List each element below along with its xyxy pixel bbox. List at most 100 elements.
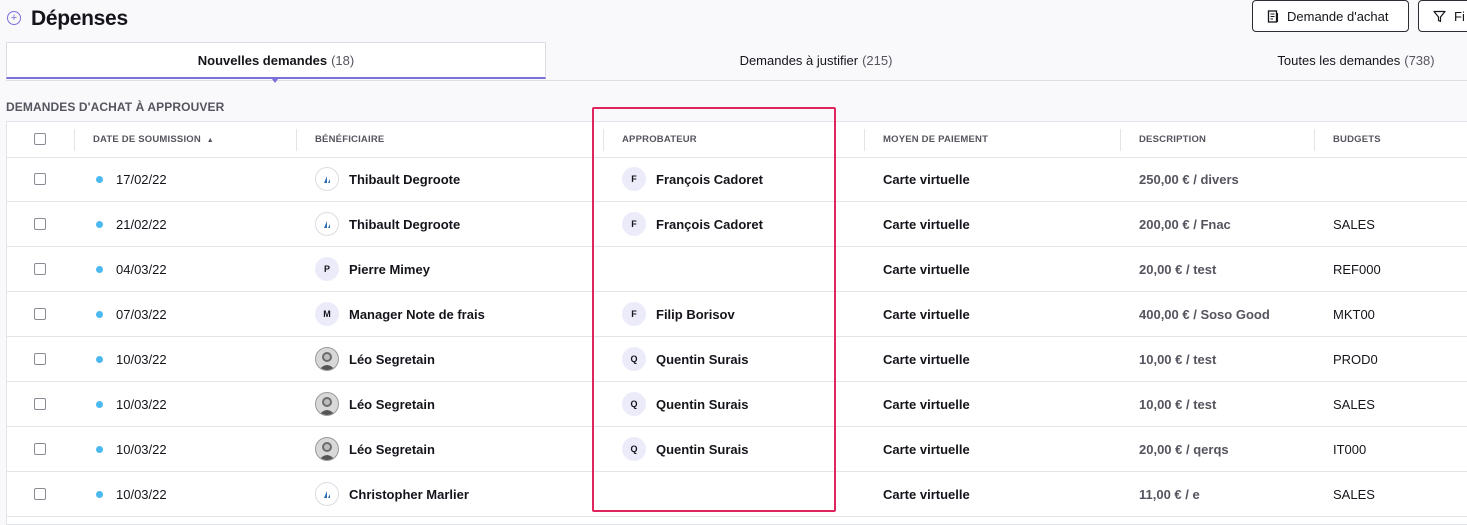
budget-cell: MKT00 [1333, 306, 1375, 322]
description-cell: 200,00 € / Fnac [1139, 216, 1231, 232]
date-cell: 10/03/22 [96, 427, 167, 471]
date-cell: 17/02/22 [96, 157, 167, 201]
budget-cell: SALES [1333, 486, 1375, 502]
status-dot [96, 220, 103, 228]
status-dot [96, 490, 103, 498]
tab-to-justify[interactable]: Demandes à justifier (215) [546, 42, 1086, 79]
user-photo-avatar [315, 347, 339, 371]
column-divider [1314, 129, 1315, 151]
submission-date: 10/03/22 [116, 351, 167, 367]
column-header-date[interactable]: DATE DE SOUMISSION ▲ [93, 122, 214, 157]
row-checkbox[interactable] [34, 263, 46, 275]
column-header-label: DATE DE SOUMISSION [93, 134, 201, 145]
row-checkbox[interactable] [34, 173, 46, 185]
date-cell: 21/02/22 [96, 202, 167, 246]
active-tab-indicator [272, 79, 278, 83]
column-header-budgets[interactable]: BUDGETS [1333, 122, 1381, 157]
receipt-icon [1267, 9, 1279, 23]
row-checkbox[interactable] [34, 443, 46, 455]
submission-date: 04/03/22 [116, 261, 167, 277]
filter-button[interactable]: Fi [1418, 0, 1467, 32]
plus-circle-icon[interactable]: + [7, 11, 21, 25]
column-header-description[interactable]: DESCRIPTION [1139, 122, 1206, 157]
beneficiary-name: Thibault Degroote [349, 171, 461, 187]
payment-method-cell: Carte virtuelle [883, 216, 970, 232]
date-cell: 10/03/22 [96, 337, 167, 381]
status-dot [96, 355, 103, 363]
purchase-request-button[interactable]: Demande d'achat [1252, 0, 1409, 32]
submission-date: 10/03/22 [116, 486, 167, 502]
beneficiary-cell: Thibault Degroote [315, 157, 460, 201]
approver-column-highlight [592, 107, 836, 512]
company-logo-avatar [315, 212, 339, 236]
user-photo-avatar [315, 437, 339, 461]
row-checkbox[interactable] [34, 398, 46, 410]
payment-method-cell: Carte virtuelle [883, 441, 970, 457]
column-header-beneficiary[interactable]: BÉNÉFICIAIRE [315, 122, 384, 157]
status-dot [96, 175, 103, 183]
beneficiary-name: Christopher Marlier [349, 486, 469, 502]
tab-count: (18) [331, 52, 355, 68]
page-title: Dépenses [31, 7, 128, 30]
company-logo-avatar [315, 167, 339, 191]
budget-cell: SALES [1333, 216, 1375, 232]
beneficiary-cell: Thibault Degroote [315, 202, 460, 246]
description-cell: 10,00 € / test [1139, 351, 1217, 367]
submission-date: 21/02/22 [116, 216, 167, 232]
tab-count: (738) [1404, 53, 1435, 68]
beneficiary-cell: Léo Segretain [315, 382, 435, 426]
column-divider [1120, 129, 1121, 151]
user-photo-avatar [315, 392, 339, 416]
budget-cell: PROD0 [1333, 351, 1378, 367]
beneficiary-cell: Christopher Marlier [315, 472, 469, 516]
budget-cell: SALES [1333, 396, 1375, 412]
status-dot [96, 400, 103, 408]
column-divider [74, 129, 75, 151]
payment-method-cell: Carte virtuelle [883, 486, 970, 502]
beneficiary-cell: Léo Segretain [315, 337, 435, 381]
submission-date: 10/03/22 [116, 396, 167, 412]
beneficiary-name: Thibault Degroote [349, 216, 461, 232]
payment-method-cell: Carte virtuelle [883, 171, 970, 187]
column-divider [296, 129, 297, 151]
tab-label: Toutes les demandes [1277, 53, 1401, 68]
filter-label: Fi [1454, 8, 1465, 24]
description-cell: 20,00 € / qerqs [1139, 441, 1229, 457]
description-cell: 20,00 € / test [1139, 261, 1217, 277]
tab-label: Demandes à justifier [739, 53, 859, 68]
date-cell: 10/03/22 [96, 382, 167, 426]
filter-icon [1433, 10, 1446, 22]
company-logo-avatar [315, 482, 339, 506]
payment-method-cell: Carte virtuelle [883, 261, 970, 277]
budget-cell: REF000 [1333, 261, 1381, 277]
submission-date: 10/03/22 [116, 441, 167, 457]
submission-date: 17/02/22 [116, 171, 167, 187]
beneficiary-cell: M Manager Note de frais [315, 292, 485, 336]
row-checkbox[interactable] [34, 353, 46, 365]
payment-method-cell: Carte virtuelle [883, 351, 970, 367]
beneficiary-name: Léo Segretain [349, 351, 435, 367]
column-divider [864, 129, 865, 151]
date-cell: 07/03/22 [96, 292, 167, 336]
tab-all-requests[interactable]: Toutes les demandes (738) [1086, 42, 1467, 79]
purchase-request-label: Demande d'achat [1287, 8, 1389, 24]
page-header: + Dépenses Demande d'achat Fi [0, 0, 1467, 42]
tab-label: Nouvelles demandes [197, 52, 328, 68]
beneficiary-cell: Léo Segretain [315, 427, 435, 471]
row-checkbox[interactable] [34, 488, 46, 500]
row-checkbox[interactable] [34, 218, 46, 230]
beneficiary-name: Léo Segretain [349, 441, 435, 457]
sort-ascending-icon: ▲ [206, 137, 214, 144]
tab-bar: Nouvelles demandes (18) Demandes à justi… [6, 42, 1467, 81]
status-dot [96, 265, 103, 273]
column-header-payment-method[interactable]: MOYEN DE PAIEMENT [883, 122, 988, 157]
date-cell: 10/03/22 [96, 472, 167, 516]
submission-date: 07/03/22 [116, 306, 167, 322]
date-cell: 04/03/22 [96, 247, 167, 291]
select-all-checkbox[interactable] [34, 133, 46, 145]
description-cell: 400,00 € / Soso Good [1139, 306, 1270, 322]
status-dot [96, 310, 103, 318]
tab-new-requests[interactable]: Nouvelles demandes (18) [6, 42, 546, 79]
beneficiary-cell: P Pierre Mimey [315, 247, 430, 291]
row-checkbox[interactable] [34, 308, 46, 320]
